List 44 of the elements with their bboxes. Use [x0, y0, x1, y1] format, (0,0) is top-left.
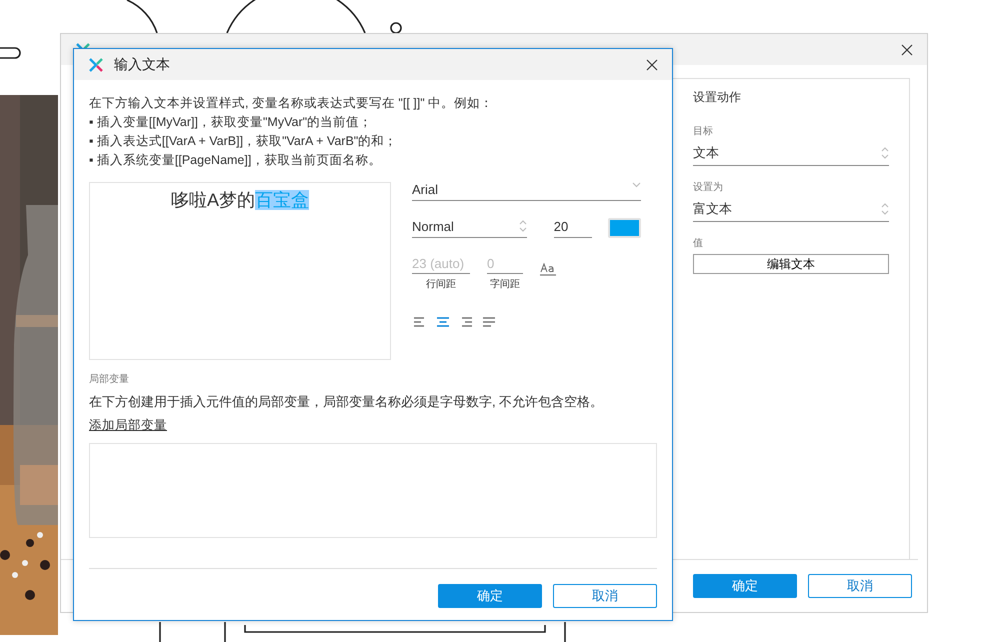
- align-left-icon[interactable]: [414, 317, 427, 327]
- cancel-button[interactable]: 取消: [808, 574, 912, 598]
- field-label: 值: [693, 237, 704, 250]
- color-swatch[interactable]: [608, 218, 641, 238]
- frame-line: [159, 622, 161, 642]
- field-label: 行间距: [426, 278, 456, 291]
- select-field[interactable]: 文本: [693, 142, 889, 166]
- align-center-icon[interactable]: [437, 317, 450, 327]
- description-text: 在下方创建用于插入元件值的局部变量，局部变量名称必须是字母数字, 不允许包含空格。: [89, 393, 604, 411]
- spinner-icon: [518, 218, 527, 232]
- instruction-text: 在下方输入文本并设置样式, 变量名称或表达式要写在 "[[ ]]" 中。例如：: [89, 95, 494, 112]
- cancel-button[interactable]: 取消: [553, 584, 657, 608]
- add-variable-link[interactable]: 添加局部变量: [89, 417, 167, 434]
- arc-line: [126, 0, 158, 34]
- edit-text-button[interactable]: 编辑文本: [693, 254, 889, 274]
- panel-heading: 设置动作: [693, 89, 742, 106]
- instruction-text: ▪ 插入系统变量[[PageName]]，获取当前页面名称。: [89, 152, 382, 169]
- spinner-icon: [881, 202, 889, 216]
- confirm-button[interactable]: 确定: [438, 584, 542, 608]
- chevron-icon: [632, 182, 641, 188]
- confirm-button[interactable]: 确定: [693, 574, 797, 598]
- font-family-select[interactable]: Arial: [412, 182, 641, 201]
- section-heading: 局部变量: [89, 372, 130, 386]
- spinner-icon: [881, 146, 889, 160]
- align-right-icon[interactable]: [460, 317, 473, 327]
- instruction-text: ▪ 插入变量[[MyVar]]，获取变量"MyVar"的当前值；: [89, 114, 374, 131]
- font-size-field[interactable]: 20: [554, 218, 592, 238]
- close-icon[interactable]: [901, 44, 913, 56]
- close-icon[interactable]: [646, 58, 658, 70]
- spacing-field[interactable]: 23 (auto): [412, 256, 470, 274]
- logo-icon: [89, 58, 103, 72]
- instruction-text: ▪ 插入表达式[[VarA + VarB]]，获取"VarA + VarB"的和；: [89, 133, 398, 150]
- dialog-title: 输入文本: [114, 56, 171, 74]
- field-label: 目标: [693, 124, 714, 138]
- text-case-icon[interactable]: [540, 262, 556, 276]
- field-label: 字间距: [490, 278, 520, 291]
- circle-outline: [390, 22, 402, 34]
- align-justify-icon[interactable]: [483, 317, 496, 327]
- select-field[interactable]: 富文本: [693, 198, 889, 222]
- field-label: 设置为: [693, 180, 724, 194]
- font-style-select[interactable]: Normal: [412, 218, 527, 238]
- pill-outline: [0, 47, 21, 59]
- spacing-field[interactable]: 0: [487, 256, 523, 274]
- text-editor[interactable]: 哆啦A梦的百宝盒: [89, 182, 391, 360]
